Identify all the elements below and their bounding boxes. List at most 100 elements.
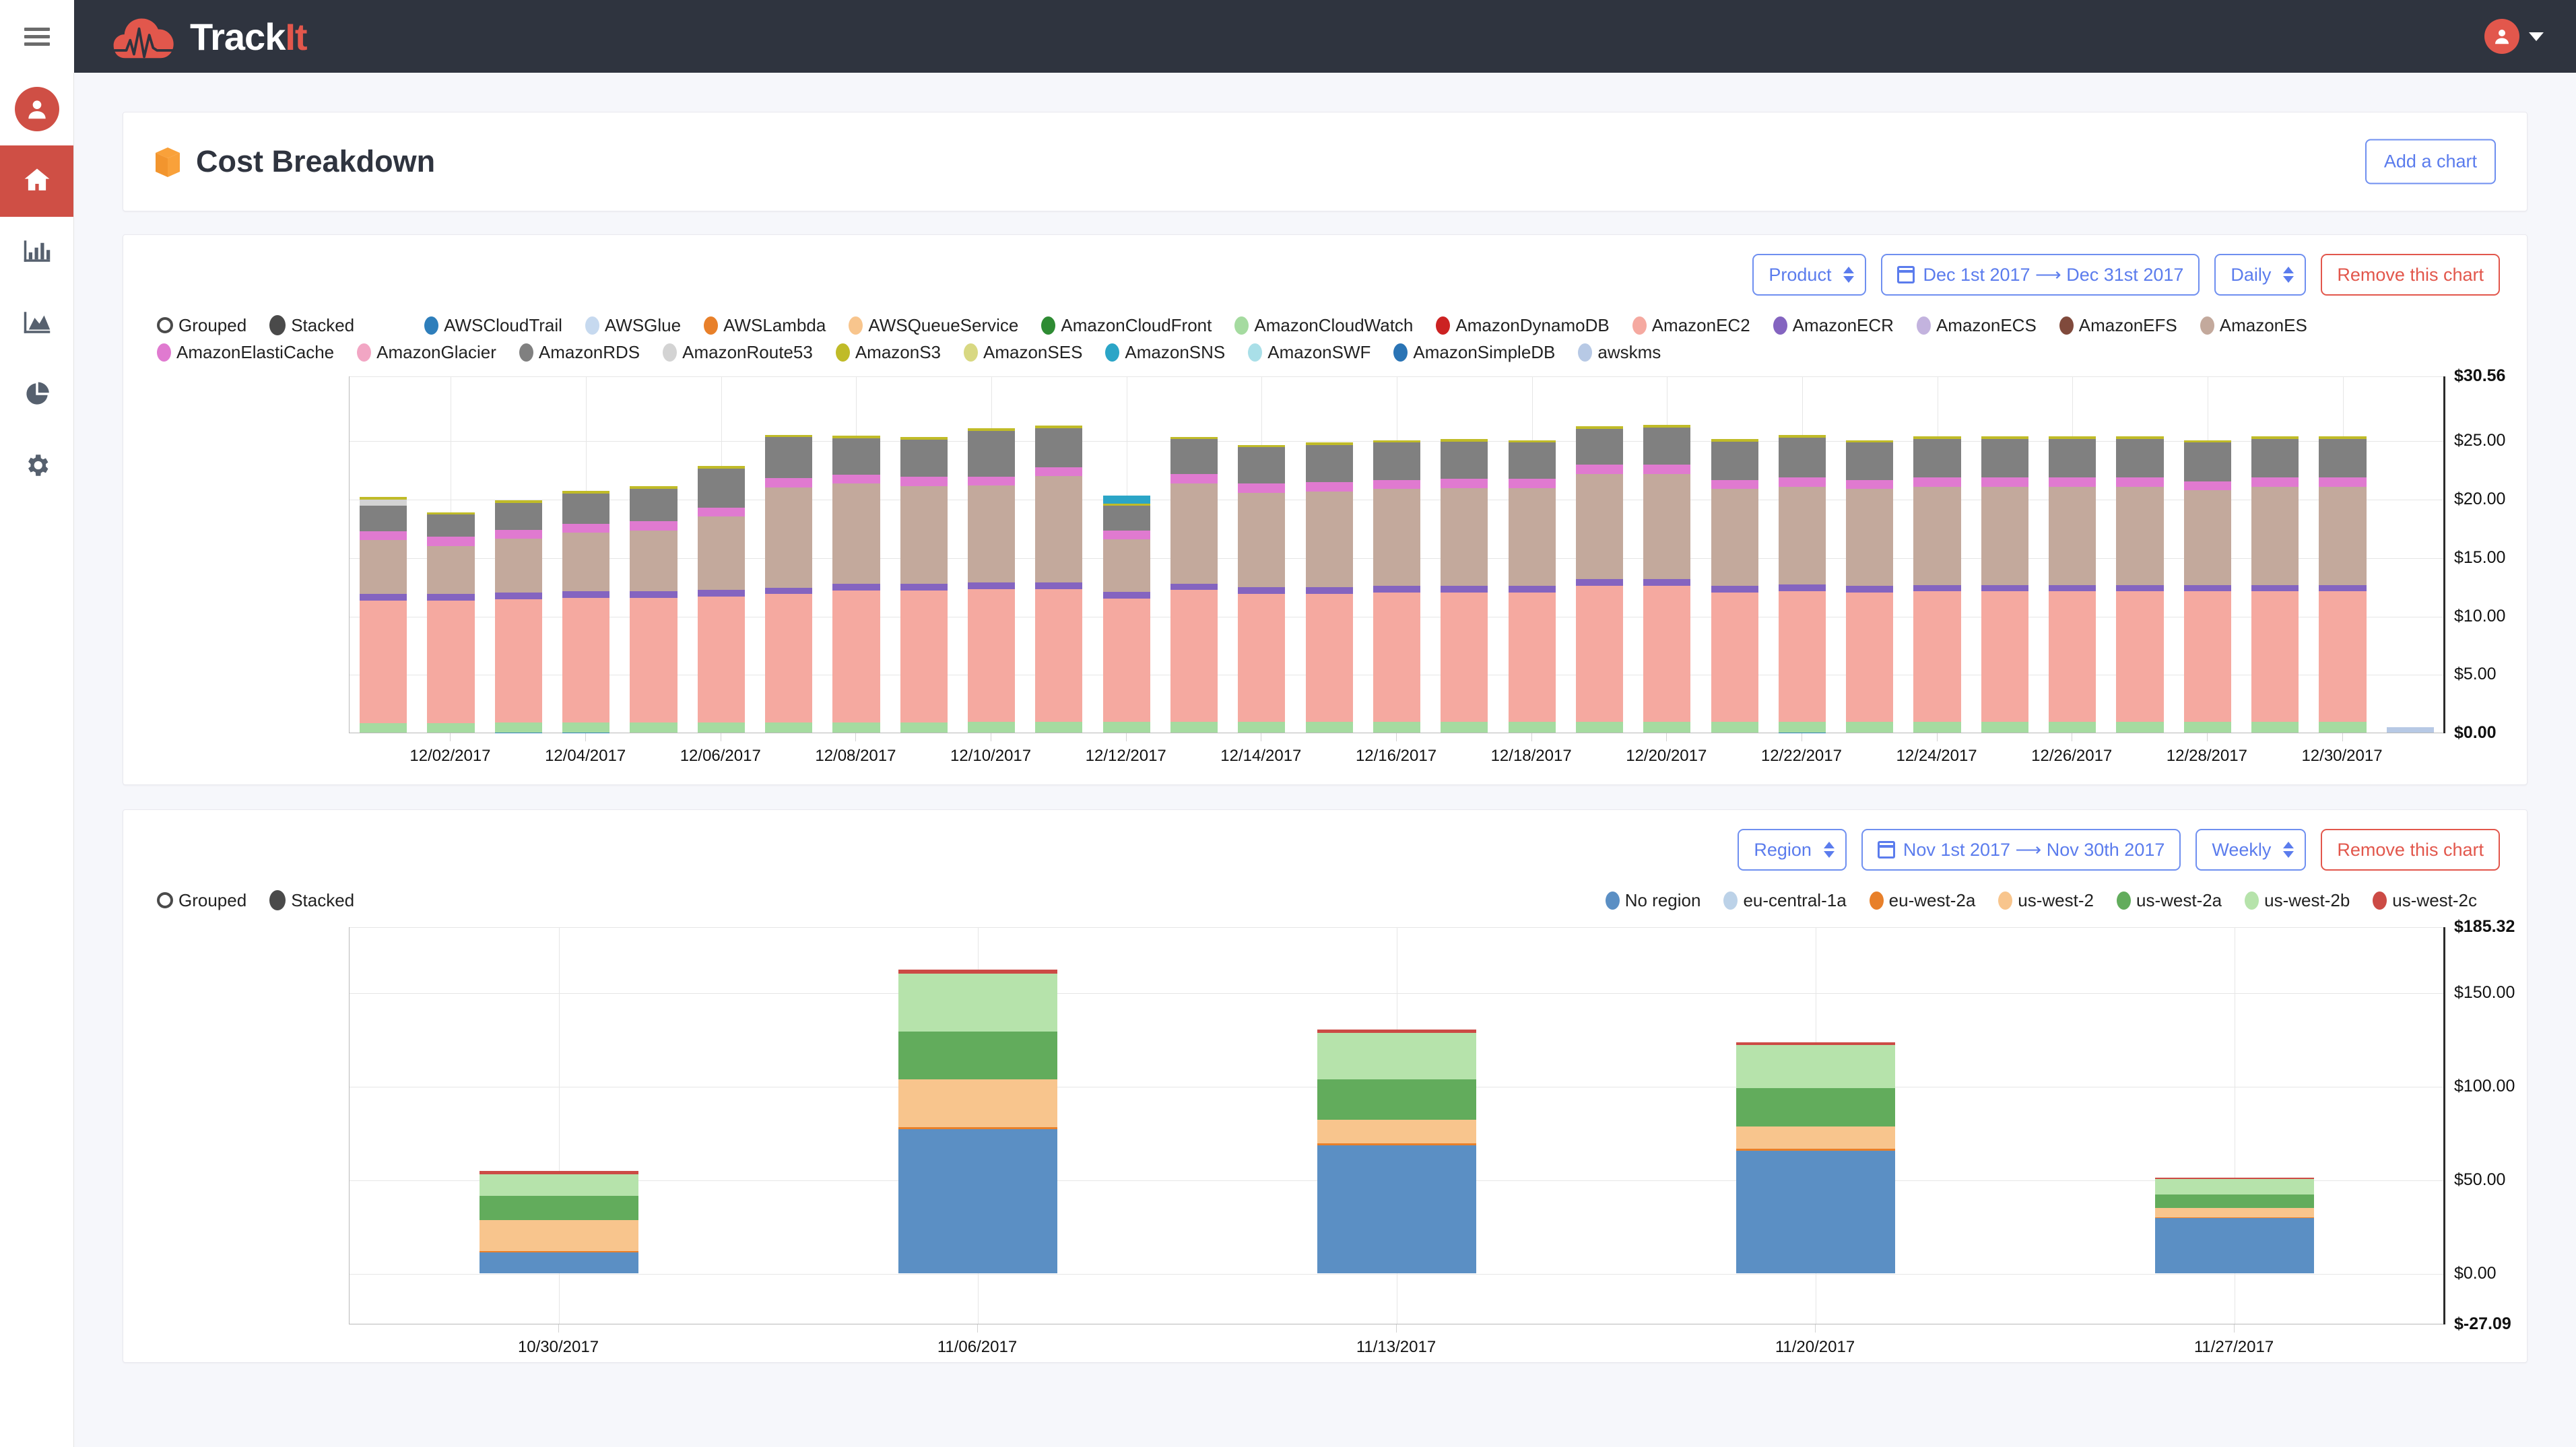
legend-item-AmazonSES[interactable]: AmazonSES: [964, 339, 1082, 366]
bar-segment-AmazonElastiCache: [1035, 467, 1083, 477]
legend-item-us-west-2b[interactable]: us-west-2b: [2245, 887, 2350, 914]
bar-segment-AmazonECR: [1508, 586, 1556, 593]
chart-1-group-by-select[interactable]: Product: [1752, 254, 1867, 296]
bar-12/19/2017[interactable]: [1575, 426, 1624, 733]
legend-item-No region[interactable]: No region: [1605, 887, 1700, 914]
user-menu-button[interactable]: [2484, 19, 2544, 54]
bar-12/17/2017[interactable]: [1441, 438, 1488, 733]
bar-12/04/2017[interactable]: [562, 491, 610, 733]
chart-2-remove-button[interactable]: Remove this chart: [2321, 829, 2500, 871]
chart-2-date-range-button[interactable]: Nov 1st 2017 ⟶ Nov 30th 2017: [1861, 829, 2181, 871]
legend-item-AWSLambda[interactable]: AWSLambda: [704, 312, 826, 339]
gear-icon: [23, 451, 51, 483]
sidebar-item-home[interactable]: [0, 145, 73, 217]
hamburger-menu-button[interactable]: [0, 0, 74, 73]
bar-12/31/2017[interactable]: [2386, 727, 2434, 733]
sidebar-item-bar-chart[interactable]: [0, 217, 73, 288]
legend-item-AmazonES[interactable]: AmazonES: [2200, 312, 2307, 339]
chart-2-mode-grouped[interactable]: Grouped: [157, 887, 246, 914]
legend-item-AWSCloudTrail[interactable]: AWSCloudTrail: [424, 312, 562, 339]
sidebar-avatar[interactable]: [0, 73, 73, 145]
legend-item-AmazonEFS[interactable]: AmazonEFS: [2059, 312, 2177, 339]
bar-12/07/2017[interactable]: [764, 434, 813, 733]
bar-12/12/2017[interactable]: [1102, 496, 1150, 733]
chart-1-mode-grouped[interactable]: Grouped: [157, 312, 246, 339]
bar-12/26/2017[interactable]: [2049, 436, 2096, 733]
sidebar-item-settings[interactable]: [0, 431, 73, 502]
sidebar-item-pie-chart[interactable]: [0, 360, 73, 431]
legend-item-AWSQueueService[interactable]: AWSQueueService: [849, 312, 1018, 339]
chart-2-granularity-select[interactable]: Weekly: [2195, 829, 2307, 871]
bar-11/27/2017[interactable]: [2154, 1177, 2315, 1273]
bar-11/13/2017[interactable]: [1317, 1029, 1477, 1273]
mode-label: Stacked: [291, 314, 355, 335]
add-a-chart-button[interactable]: Add a chart: [2365, 139, 2496, 184]
legend-item-AmazonDynamoDB[interactable]: AmazonDynamoDB: [1436, 312, 1610, 339]
legend-item-AmazonS3[interactable]: AmazonS3: [835, 339, 941, 366]
legend-item-AmazonSNS[interactable]: AmazonSNS: [1105, 339, 1225, 366]
bar-12/21/2017[interactable]: [1711, 438, 1758, 733]
bar-12/14/2017[interactable]: [1238, 444, 1286, 733]
bar-12/18/2017[interactable]: [1508, 440, 1556, 733]
bar-12/09/2017[interactable]: [900, 436, 948, 733]
bar-12/23/2017[interactable]: [1846, 440, 1894, 733]
bar-12/20/2017[interactable]: [1643, 425, 1691, 733]
bar-segment-AmazonECR: [1102, 592, 1150, 599]
legend-item-AmazonRDS[interactable]: AmazonRDS: [519, 339, 640, 366]
bar-12/22/2017[interactable]: [1778, 435, 1826, 733]
bar-12/10/2017[interactable]: [967, 428, 1016, 733]
bar-12/03/2017[interactable]: [494, 500, 542, 733]
legend-item-eu-central-1a[interactable]: eu-central-1a: [1723, 887, 1847, 914]
chart-1-mode-stacked[interactable]: Stacked: [269, 312, 354, 339]
bar-12/01/2017[interactable]: [360, 497, 407, 733]
bar-11/20/2017[interactable]: [1736, 1042, 1896, 1273]
bar-12/27/2017[interactable]: [2116, 436, 2164, 733]
legend-item-AmazonElastiCache[interactable]: AmazonElastiCache: [157, 339, 334, 366]
bar-segment-AmazonRDS: [427, 514, 475, 537]
bar-12/24/2017[interactable]: [1913, 436, 1961, 733]
legend-item-awskms[interactable]: awskms: [1578, 339, 1661, 366]
legend-item-AmazonGlacier[interactable]: AmazonGlacier: [357, 339, 496, 366]
bar-11/06/2017[interactable]: [898, 969, 1058, 1273]
bar-12/16/2017[interactable]: [1373, 440, 1421, 733]
bar-12/25/2017[interactable]: [1981, 436, 2028, 733]
sidebar-item-area-chart[interactable]: [0, 288, 73, 360]
legend-item-AmazonSWF[interactable]: AmazonSWF: [1248, 339, 1370, 366]
legend-item-AmazonRoute53[interactable]: AmazonRoute53: [663, 339, 813, 366]
bar-12/08/2017[interactable]: [832, 436, 880, 733]
legend-item-AmazonEC2[interactable]: AmazonEC2: [1632, 312, 1750, 339]
x-axis-tick-label: 12/20/2017: [1626, 747, 1707, 765]
bar-segment-AmazonECR: [1035, 582, 1083, 589]
bar-10/30/2017[interactable]: [479, 1171, 639, 1273]
legend-item-AmazonSimpleDB[interactable]: AmazonSimpleDB: [1393, 339, 1555, 366]
x-axis-tickmark: [2206, 733, 2208, 741]
chart-1-remove-button[interactable]: Remove this chart: [2321, 254, 2500, 296]
legend-item-eu-west-2a[interactable]: eu-west-2a: [1869, 887, 1975, 914]
legend-item-us-west-2a[interactable]: us-west-2a: [2116, 887, 2222, 914]
legend-item-us-west-2[interactable]: us-west-2: [1998, 887, 2094, 914]
bar-segment-AmazonES: [1913, 486, 1961, 585]
chart-2-group-by-select[interactable]: Region: [1738, 829, 1847, 871]
bar-12/02/2017[interactable]: [427, 512, 475, 733]
bar-12/06/2017[interactable]: [697, 466, 745, 733]
legend-item-us-west-2c[interactable]: us-west-2c: [2373, 887, 2477, 914]
legend-item-AmazonECS[interactable]: AmazonECS: [1916, 312, 2037, 339]
chevron-down-icon: [2529, 32, 2544, 41]
bar-12/11/2017[interactable]: [1035, 426, 1083, 733]
bar-12/30/2017[interactable]: [2319, 436, 2367, 733]
bar-segment-AmazonElastiCache: [2319, 477, 2367, 487]
chart-1-granularity-select[interactable]: Daily: [2214, 254, 2307, 296]
legend-item-AmazonCloudWatch[interactable]: AmazonCloudWatch: [1234, 312, 1413, 339]
bar-12/13/2017[interactable]: [1170, 436, 1218, 733]
bar-12/15/2017[interactable]: [1305, 442, 1353, 733]
app-brand[interactable]: TrackIt: [113, 12, 308, 61]
bar-segment-AmazonElastiCache: [900, 477, 948, 486]
bar-12/29/2017[interactable]: [2251, 436, 2299, 733]
chart-2-mode-stacked[interactable]: Stacked: [269, 887, 354, 914]
legend-item-AWSGlue[interactable]: AWSGlue: [585, 312, 681, 339]
bar-12/28/2017[interactable]: [2183, 440, 2231, 733]
bar-12/05/2017[interactable]: [630, 486, 678, 733]
legend-item-AmazonECR[interactable]: AmazonECR: [1773, 312, 1894, 339]
chart-1-date-range-button[interactable]: Dec 1st 2017 ⟶ Dec 31st 2017: [1881, 254, 2200, 296]
legend-item-AmazonCloudFront[interactable]: AmazonCloudFront: [1041, 312, 1212, 339]
